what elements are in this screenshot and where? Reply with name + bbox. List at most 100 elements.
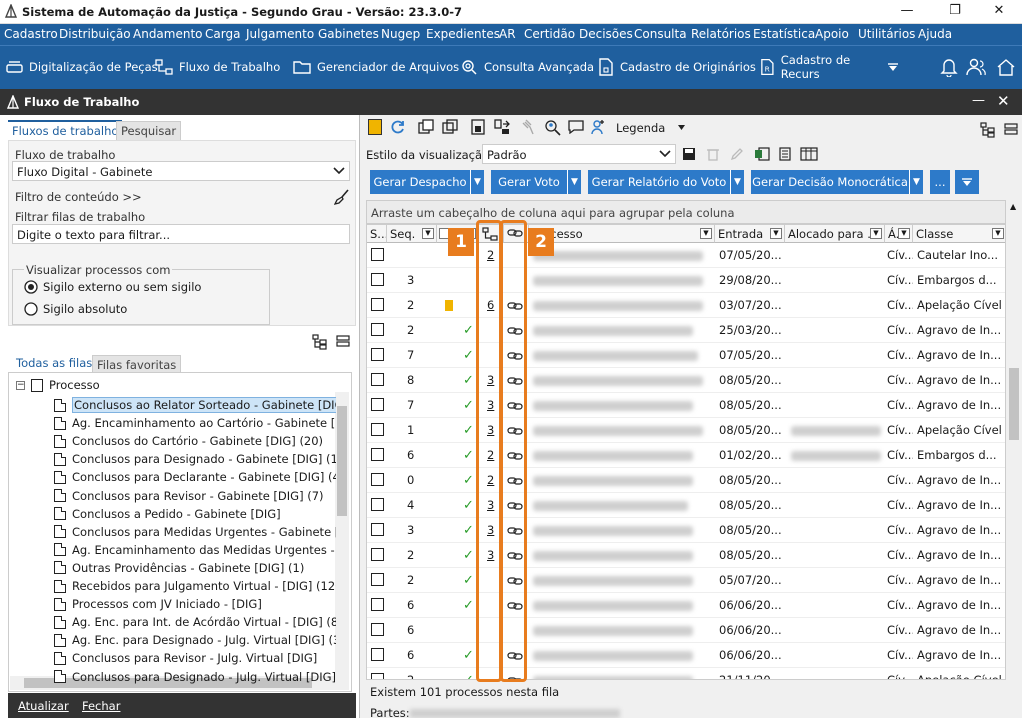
tab-pesquisar[interactable]: Pesquisar — [116, 121, 182, 141]
tree-item[interactable]: Outras Providências - Gabinete [DIG] (1) — [54, 559, 336, 577]
expand-columns-icon[interactable] — [980, 122, 996, 138]
processo-redacted[interactable] — [533, 601, 693, 611]
scroll-up-icon[interactable]: ▲ — [1010, 202, 1016, 211]
table-row[interactable]: 6 ✓ 2 01/02/20... Cív... Embargos d... — [367, 443, 1005, 468]
table-row[interactable]: 6 ✓ 06/06/20... Cív... Agravo de In... — [367, 593, 1005, 618]
tree-collapse-icon[interactable]: − — [16, 380, 25, 390]
tree-item[interactable]: Conclusos do Cartório - Gabinete [DIG] (… — [54, 432, 336, 450]
menu-cadastro[interactable]: Cadastro — [4, 27, 58, 41]
table-row[interactable]: 3 29/08/20... Cív... Embargos d... — [367, 268, 1005, 293]
consulta-avancada-button[interactable]: Consulta Avançada — [460, 55, 594, 79]
broom-icon[interactable] — [334, 189, 350, 205]
row-checkbox[interactable] — [371, 423, 384, 436]
radio-sigilo-externo[interactable]: Sigilo externo ou sem sigilo — [24, 280, 201, 294]
radio-sigilo-absoluto[interactable]: Sigilo absoluto — [24, 302, 127, 316]
fluxo-select[interactable]: Fluxo Digital - Gabinete — [12, 161, 350, 181]
filter-icon[interactable]: ▼ — [992, 228, 1004, 239]
list-icon[interactable] — [778, 147, 792, 161]
row-checkbox[interactable] — [371, 373, 384, 386]
col-header-entrada[interactable]: Entrada ▼ — [715, 225, 785, 243]
menu-andamento[interactable]: Andamento — [133, 27, 203, 41]
table-row[interactable]: 2 ✓ 25/03/20... Cív... Agravo de In... — [367, 318, 1005, 343]
table-row[interactable]: 7 ✓ 3 08/05/20... Cív... Agravo de In... — [367, 393, 1005, 418]
tree-item[interactable]: Conclusos para Medidas Urgentes - Gabine… — [54, 523, 336, 541]
row-checkbox[interactable] — [371, 548, 384, 561]
row-checkbox[interactable] — [371, 523, 384, 536]
gerar-despacho-dropdown[interactable]: ▼ — [470, 170, 484, 194]
row-checkbox[interactable] — [371, 673, 384, 679]
processo-redacted[interactable] — [533, 576, 693, 586]
menu-relatorios[interactable]: Relatórios — [691, 27, 751, 41]
refresh-icon[interactable] — [390, 119, 406, 135]
processo-redacted[interactable] — [533, 651, 693, 661]
menu-ajuda[interactable]: Ajuda — [918, 27, 952, 41]
menu-apoio[interactable]: Apoio — [815, 27, 849, 41]
grid-vscrollbar[interactable]: ▲ — [1006, 200, 1022, 680]
processo-redacted[interactable] — [533, 401, 693, 411]
bell-icon[interactable] — [940, 55, 964, 79]
digitalizacao-button[interactable]: Digitalização de Peças — [6, 55, 158, 79]
col-header-processo[interactable]: Processo ▼ — [529, 225, 715, 243]
atualizar-button[interactable]: Atualizar — [18, 699, 69, 713]
table-row[interactable]: 2 ✓ 3 08/05/20... Cív... Agravo de In... — [367, 543, 1005, 568]
gavel-icon[interactable] — [520, 119, 536, 135]
menu-ar[interactable]: AR — [499, 27, 516, 41]
estilo-select[interactable]: Padrão — [482, 144, 676, 164]
tree-item[interactable]: Conclusos para Revisor - Gabinete [DIG] … — [54, 487, 336, 505]
group-panel[interactable]: Arraste um cabeçalho de coluna aqui para… — [366, 200, 1006, 224]
tree-item[interactable]: Ag. Enc. para Int. de Acórdão Virtual - … — [54, 613, 336, 631]
save-icon[interactable] — [682, 147, 696, 161]
table-row[interactable]: 8 ✓ 3 08/05/20... Cív... Agravo de In... — [367, 368, 1005, 393]
gerenciador-arquivos-button[interactable]: Gerenciador de Arquivos — [293, 55, 459, 79]
table-row[interactable]: 2 6 03/07/20... Cív... Apelação Cível — [367, 293, 1005, 318]
cadastro-originarios-button[interactable]: Cadastro de Originários — [598, 55, 756, 79]
tree-item[interactable]: Conclusos para Designado - Julg. Virtual… — [54, 668, 336, 686]
expand-tree-icon[interactable] — [312, 334, 328, 350]
filtrar-input[interactable]: Digite o texto para filtrar... — [12, 224, 350, 244]
grid-vscroll-thumb[interactable] — [1009, 368, 1019, 440]
col-header-area[interactable]: Á...▼ — [885, 225, 913, 243]
tree-item[interactable]: Ag. Encaminhamento das Medidas Urgentes … — [54, 541, 336, 559]
col-header-alocado[interactable]: Alocado para ... ▼ — [785, 225, 885, 243]
menu-estatistica[interactable]: Estatística — [753, 27, 815, 41]
col-header-seq[interactable]: Seq. ▼ — [387, 225, 437, 243]
gerar-voto-button[interactable]: Gerar Voto — [491, 170, 567, 194]
export-excel-icon[interactable] — [754, 147, 770, 161]
processo-redacted[interactable] — [533, 451, 693, 461]
tree-item[interactable]: Recebidos para Julgamento Virtual - [DIG… — [54, 577, 336, 595]
gerar-despacho-button[interactable]: Gerar Despacho — [370, 170, 470, 194]
tree-item[interactable]: Conclusos para Designado - Gabinete [DIG… — [54, 450, 336, 468]
tree-item[interactable]: Processos com JV Iniciado - [DIG] — [54, 595, 336, 613]
table-row[interactable]: 1 ✓ 3 08/05/20... Cív... Apelação Cível — [367, 418, 1005, 443]
tree-item[interactable]: Ag. Encaminhamento ao Cartório - Gabinet… — [54, 414, 336, 432]
comment-icon[interactable] — [568, 120, 584, 134]
table-row[interactable]: 3 ✓ 3 08/05/20... Cív... Agravo de In... — [367, 518, 1005, 543]
restore-icon[interactable]: ❐ — [932, 0, 978, 22]
processo-redacted[interactable] — [533, 551, 693, 561]
panel-minimize-icon[interactable]: — — [972, 93, 985, 108]
processo-redacted[interactable] — [533, 426, 703, 436]
tab-fluxos-trabalho[interactable]: Fluxos de trabalho — [8, 120, 123, 140]
processo-redacted[interactable] — [533, 626, 693, 636]
row-checkbox[interactable] — [371, 598, 384, 611]
cadastro-recursos-button[interactable]: R Cadastro de Recurs — [760, 55, 884, 79]
tree-item[interactable]: Ag. Enc. para Designado - Julg. Virtual … — [54, 631, 336, 649]
tree-item[interactable]: Conclusos para Revisor - Julg. Virtual [… — [54, 649, 336, 667]
fechar-button[interactable]: Fechar — [82, 699, 120, 713]
col-header-status[interactable]: S... — [367, 225, 387, 243]
gerar-voto-dropdown[interactable]: ▼ — [567, 170, 581, 194]
table-row[interactable]: 2✓21/11/20...Cív...Apelação Cível — [367, 668, 1005, 679]
fluxo-trabalho-button[interactable]: Fluxo de Trabalho — [155, 55, 280, 79]
row-checkbox[interactable] — [371, 473, 384, 486]
table-row[interactable]: 6 06/06/20... Cív... Agravo de In... — [367, 618, 1005, 643]
users-icon[interactable] — [966, 55, 992, 79]
flag-icon[interactable] — [368, 119, 382, 135]
processo-redacted[interactable] — [533, 476, 693, 486]
gerar-relatorio-button[interactable]: Gerar Relatório do Voto — [588, 170, 730, 194]
tab-todas-filas[interactable]: Todas as filas — [12, 354, 97, 374]
processo-redacted[interactable] — [533, 351, 698, 361]
processo-redacted[interactable] — [533, 526, 693, 536]
collapse-columns-icon[interactable] — [1004, 122, 1018, 136]
processo-redacted[interactable] — [533, 326, 693, 336]
columns-config-icon[interactable] — [800, 147, 818, 161]
